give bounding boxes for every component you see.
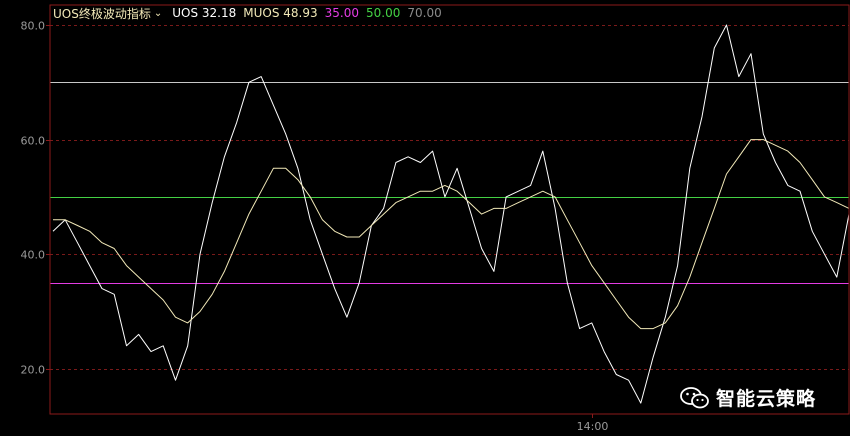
wechat-icon	[680, 386, 709, 408]
series-line-uos	[52, 24, 850, 404]
axes: 20.0 40.0 60.0 80.0 14:00	[21, 4, 850, 433]
x-tick-label: 14:00	[577, 420, 609, 433]
indicator-name[interactable]: UOS终极波动指标	[53, 5, 151, 22]
uos-value: UOS 32.18	[172, 6, 237, 20]
muos-value: MUOS 48.93	[243, 6, 318, 20]
plot-frame	[49, 4, 850, 415]
y-tick-label: 40.0	[21, 249, 46, 262]
indicator-legend: UOS终极波动指标 ⌄ UOS 32.18 MUOS 48.93 35.00 5…	[53, 4, 449, 22]
uos-indicator-chart: 20.0 40.0 60.0 80.0 14:00	[21, 4, 850, 433]
y-tick-label: 60.0	[21, 135, 46, 148]
chevron-down-icon[interactable]: ⌄	[154, 8, 162, 19]
y-tick-label: 80.0	[21, 20, 46, 33]
level-high-value: 70.00	[407, 6, 442, 20]
y-tick-label: 20.0	[21, 364, 46, 377]
watermark: 智能云策略	[680, 384, 816, 411]
reference-lines	[50, 82, 849, 284]
watermark-text: 智能云策略	[716, 388, 817, 410]
series-line-muos	[53, 139, 850, 330]
series-lines	[52, 24, 850, 404]
level-mid-value: 50.00	[366, 6, 401, 20]
level-low-value: 35.00	[324, 6, 359, 20]
